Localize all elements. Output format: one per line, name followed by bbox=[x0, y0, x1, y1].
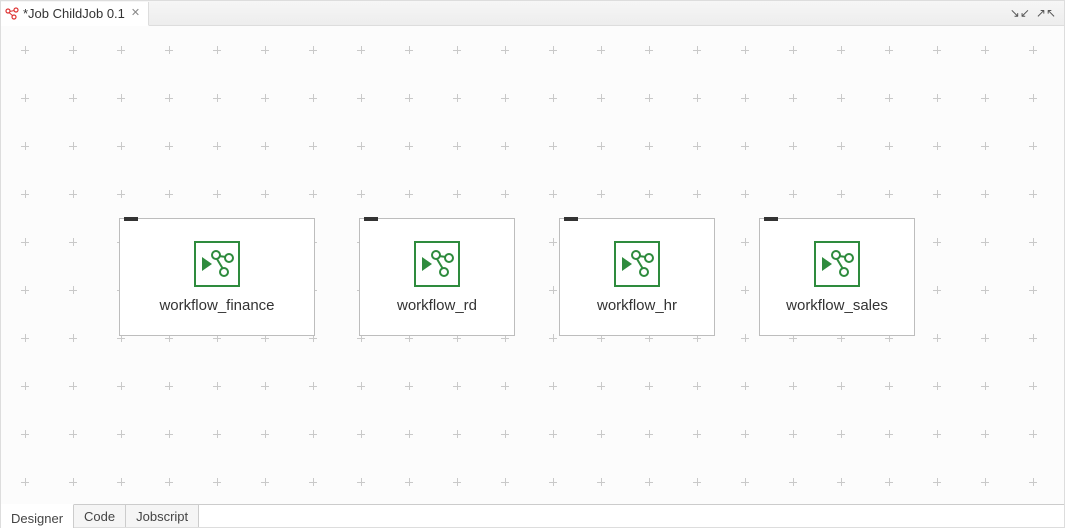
workflow-node[interactable]: workflow_hr bbox=[559, 218, 715, 336]
workflow-node-label: workflow_finance bbox=[159, 297, 274, 314]
collapse-handle[interactable] bbox=[364, 217, 378, 221]
close-icon[interactable]: ✕ bbox=[129, 8, 142, 19]
editor-tab-title: *Job ChildJob 0.1 bbox=[23, 6, 125, 21]
tab-designer[interactable]: Designer bbox=[1, 504, 74, 528]
workflow-icon bbox=[614, 241, 660, 287]
workflow-icon bbox=[814, 241, 860, 287]
workflow-node-label: workflow_hr bbox=[597, 297, 677, 314]
collapse-handle[interactable] bbox=[564, 217, 578, 221]
editor-tab-childjob[interactable]: *Job ChildJob 0.1 ✕ bbox=[1, 2, 149, 26]
tab-code-label: Code bbox=[84, 509, 115, 524]
collapse-handle[interactable] bbox=[764, 217, 778, 221]
bottom-tabbar: Designer Code Jobscript bbox=[1, 504, 1064, 527]
tab-jobscript[interactable]: Jobscript bbox=[126, 505, 199, 527]
maximize-icon[interactable]: ↗↖ bbox=[1034, 7, 1058, 19]
workflow-node[interactable]: workflow_sales bbox=[759, 218, 915, 336]
workflow-node[interactable]: workflow_rd bbox=[359, 218, 515, 336]
workflow-icon bbox=[194, 241, 240, 287]
design-canvas[interactable]: workflow_finance workflow_rd workflow_hr… bbox=[1, 26, 1064, 504]
tabbar-spacer bbox=[149, 1, 1008, 25]
tab-designer-label: Designer bbox=[11, 511, 63, 526]
window-controls: ↘↙ ↗↖ bbox=[1008, 1, 1064, 25]
tab-jobscript-label: Jobscript bbox=[136, 509, 188, 524]
editor-tabbar: *Job ChildJob 0.1 ✕ ↘↙ ↗↖ bbox=[1, 1, 1064, 26]
workflow-node[interactable]: workflow_finance bbox=[119, 218, 315, 336]
editor-window: *Job ChildJob 0.1 ✕ ↘↙ ↗↖ workflow_finan… bbox=[0, 0, 1065, 528]
workflow-icon bbox=[414, 241, 460, 287]
workflow-node-label: workflow_sales bbox=[786, 297, 888, 314]
minimize-icon[interactable]: ↘↙ bbox=[1008, 7, 1032, 19]
job-icon bbox=[5, 7, 19, 21]
nodes-layer: workflow_finance workflow_rd workflow_hr… bbox=[1, 26, 1064, 504]
collapse-handle[interactable] bbox=[124, 217, 138, 221]
workflow-node-label: workflow_rd bbox=[397, 297, 477, 314]
tab-code[interactable]: Code bbox=[74, 505, 126, 527]
